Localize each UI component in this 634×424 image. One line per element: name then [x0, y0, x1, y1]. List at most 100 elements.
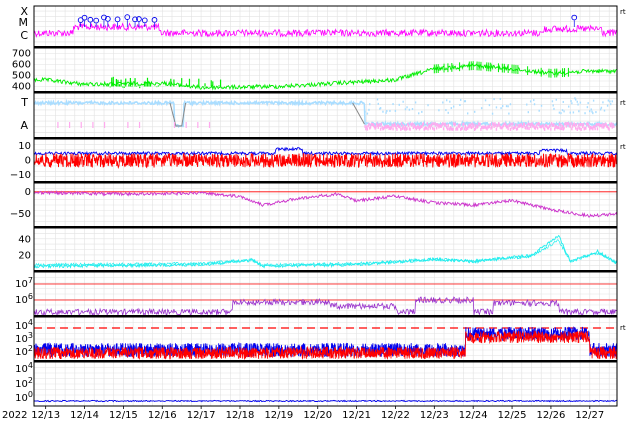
tamb-dot-a — [428, 123, 431, 127]
tamb-dot-a — [57, 122, 59, 128]
y-tick-label: 102 — [15, 344, 33, 359]
y-tick-label: 20 — [18, 250, 31, 261]
tamb-dot-t — [595, 111, 597, 114]
tamb-dot-t — [452, 105, 455, 108]
tamb-dot-t — [398, 103, 400, 106]
tamb-dot-t — [509, 103, 512, 106]
tamb-dot-a — [536, 126, 539, 130]
tamb-dot-a — [575, 126, 577, 130]
tamb-dot-a — [447, 123, 449, 127]
tamb-dot-t — [533, 99, 535, 102]
tamb-dot-t — [552, 104, 554, 107]
tamb-dot-t — [484, 99, 487, 102]
tamb-dot-t — [369, 103, 371, 106]
right-mark: rt — [620, 99, 626, 107]
y-tick-label: 500 — [12, 71, 31, 82]
tamb-dot-a — [173, 122, 176, 128]
tamb-dot-a — [509, 127, 512, 131]
tamb-dot-a — [578, 126, 581, 130]
tamb-dot-a — [463, 122, 465, 126]
tamb-dot-t — [445, 99, 448, 102]
tamb-dot-a — [407, 123, 410, 127]
x-tick-label: 12/24 — [459, 410, 488, 421]
tamb-dot-a — [409, 127, 411, 131]
x-tick-label: 12/20 — [303, 410, 332, 421]
flare-marker — [124, 14, 131, 20]
tamb-dot-a — [422, 122, 425, 126]
tamb-dot-a — [553, 123, 555, 127]
tamb-dot-t — [394, 109, 397, 112]
tamb-dot-a — [379, 123, 381, 127]
tamb-dot-t — [500, 107, 502, 110]
tamb-dot-a — [507, 127, 509, 131]
tamb-dot-a — [608, 127, 610, 131]
tamb-dot-a — [433, 127, 435, 131]
x-tick-label: 12/25 — [498, 410, 527, 421]
tamb-dot-t — [611, 100, 613, 103]
tamb-dot-a — [613, 124, 615, 128]
tamb-dot-a — [570, 122, 572, 126]
x-tick-label: 12/18 — [226, 410, 255, 421]
tamb-dot-t — [389, 109, 391, 112]
tamb-dot-a — [380, 122, 383, 126]
y-tick-label: M — [19, 16, 29, 29]
tamb-dot-t — [493, 98, 495, 101]
tamb-dot-t — [414, 101, 417, 104]
tamb-dot-t — [603, 109, 606, 112]
flare-marker — [571, 14, 578, 21]
right-mark: rt — [620, 8, 626, 16]
y-tick-label: C — [20, 29, 28, 42]
x-tick-label: 12/15 — [109, 410, 138, 421]
tamb-dot-t — [571, 102, 573, 105]
tamb-dot-t — [561, 109, 564, 112]
space-weather-chart: XMC700600500400TA100−100−504020107106104… — [2, 5, 626, 421]
tamb-dot-a — [557, 125, 560, 129]
tamb-dot-a — [442, 122, 444, 126]
tamb-dot-a — [406, 127, 408, 131]
x-tick-label: 12/26 — [537, 410, 566, 421]
tamb-dot-t — [421, 110, 423, 113]
right-mark: rt — [620, 324, 626, 332]
tamb-dot-a — [454, 122, 456, 126]
tamb-dot-a — [369, 125, 372, 129]
tamb-dot-t — [592, 112, 594, 115]
y-tick-label: 106 — [15, 292, 33, 307]
y-tick-label: 10 — [18, 141, 31, 152]
tamb-dot-t — [480, 107, 483, 110]
tamb-dot-a — [80, 122, 82, 128]
y-tick-label: 0 — [25, 156, 31, 167]
tamb-dot-t — [392, 103, 394, 106]
tamb-dot-a — [560, 123, 562, 127]
tamb-dot-t — [586, 106, 589, 109]
tamb-dot-t — [386, 109, 388, 112]
tamb-dot-a — [425, 126, 428, 130]
tamb-dot-t — [570, 100, 572, 103]
tamb-dot-t — [447, 111, 449, 114]
tamb-dot-a — [577, 126, 579, 130]
series-layer — [33, 14, 618, 403]
y-tick-label: A — [20, 119, 28, 132]
tamb-dot-a — [391, 123, 393, 127]
tamb-dot-t — [368, 108, 370, 111]
tamb-dot-t — [404, 108, 407, 111]
cyan-line-2 — [33, 239, 618, 268]
tamb-dot-t — [589, 110, 591, 113]
x-tick-label: 12/14 — [70, 410, 99, 421]
y-tick-label: −10 — [10, 170, 31, 181]
bz-line — [33, 152, 618, 170]
tamb-dot-a — [512, 122, 514, 126]
tamb-dot-a — [431, 126, 434, 130]
tamb-dot-a — [575, 122, 578, 126]
y-tick-label: 102 — [15, 376, 33, 391]
y-tick-label: 100 — [15, 390, 33, 405]
tamb-dot-a — [611, 125, 613, 129]
y-tick-label: T — [20, 96, 28, 109]
tamb-dot-t — [366, 112, 369, 115]
tamb-dot-a — [185, 122, 187, 128]
tamb-dot-a — [470, 123, 472, 127]
tamb-dot-t — [464, 100, 467, 103]
flare-marker — [114, 16, 121, 23]
tamb-dot-a — [471, 122, 474, 126]
tamb-dot-t — [526, 103, 528, 106]
tamb-dot-a — [366, 127, 369, 131]
